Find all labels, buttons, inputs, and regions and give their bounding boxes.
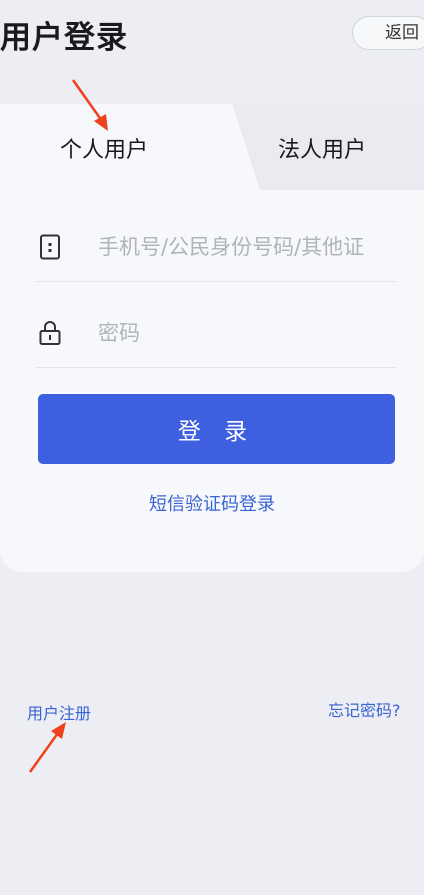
- sms-login-link[interactable]: 短信验证码登录: [0, 490, 424, 516]
- tab-legal-user[interactable]: 法人用户: [278, 132, 366, 164]
- back-button[interactable]: 返回: [352, 16, 424, 50]
- register-link[interactable]: 用户注册: [27, 700, 91, 724]
- phone-field: [36, 212, 396, 282]
- password-field: [36, 298, 396, 368]
- page-title: 用户登录: [0, 20, 128, 56]
- annotation-arrow-register-icon: [28, 722, 66, 773]
- password-input[interactable]: [98, 316, 388, 350]
- forgot-password-link[interactable]: 忘记密码?: [328, 697, 401, 721]
- login-card: 个人用户 法人用户 登 录 短信验证码登录: [0, 104, 424, 572]
- phone-input[interactable]: [98, 230, 388, 264]
- lock-icon: [39, 321, 61, 345]
- user-type-tabs: 个人用户 法人用户: [0, 104, 424, 190]
- login-button[interactable]: 登 录: [38, 394, 395, 464]
- tab-personal-user[interactable]: 个人用户: [60, 132, 148, 164]
- phone-icon: [40, 234, 60, 260]
